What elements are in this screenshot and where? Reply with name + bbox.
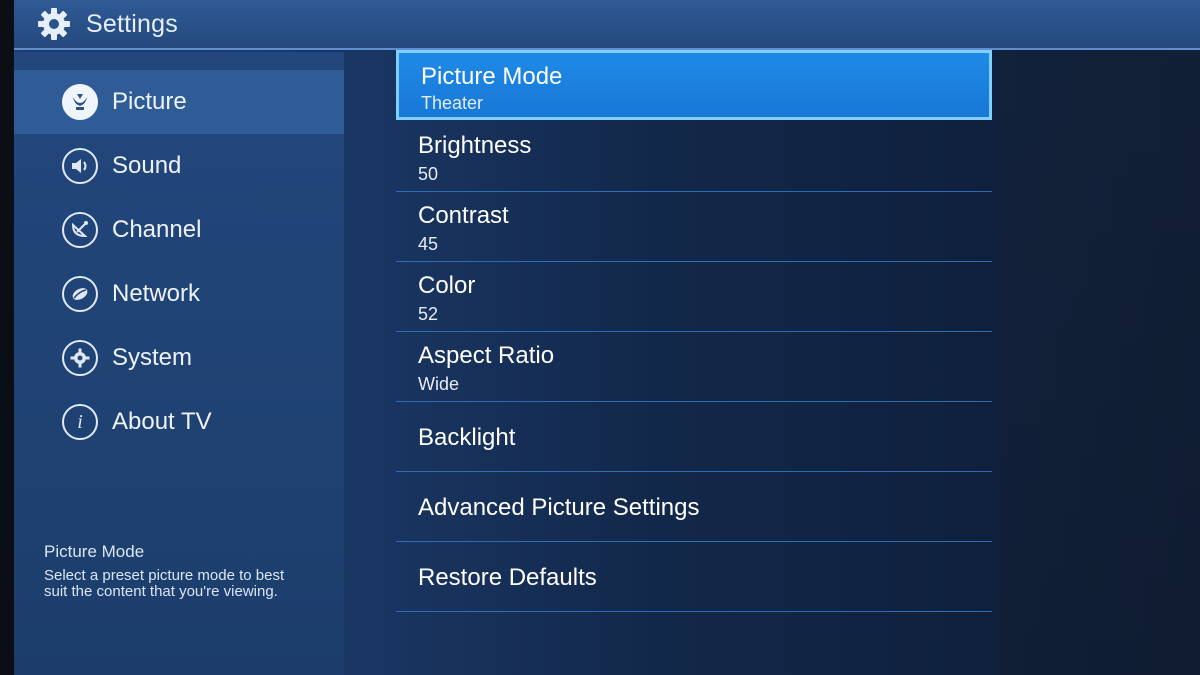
sidebar-item-label: Sound	[112, 152, 182, 179]
page-title: Settings	[86, 9, 178, 38]
settings-menu: Picture Mode Theater Brightness 50 Contr…	[396, 50, 996, 675]
menu-item-title: Contrast	[418, 202, 509, 229]
sidebar-item-channel[interactable]: Channel	[14, 198, 344, 262]
network-icon	[62, 276, 98, 312]
screen-bezel	[0, 0, 14, 675]
menu-item-aspect-ratio[interactable]: Aspect Ratio Wide	[396, 332, 992, 402]
header-bar: Settings	[14, 0, 1200, 50]
picture-icon	[62, 84, 98, 120]
help-title: Picture Mode	[44, 542, 145, 561]
info-icon: i	[62, 404, 98, 440]
menu-item-advanced-picture-settings[interactable]: Advanced Picture Settings	[396, 472, 992, 542]
sidebar-item-system[interactable]: System	[14, 326, 344, 390]
menu-item-value: 45	[418, 234, 439, 254]
menu-item-picture-mode[interactable]: Picture Mode Theater	[396, 50, 992, 120]
sidebar-item-picture[interactable]: Picture	[14, 70, 344, 134]
menu-item-value: 52	[418, 304, 439, 324]
speaker-icon	[62, 148, 98, 184]
menu-item-title: Picture Mode	[421, 63, 563, 90]
sidebar-item-label: About TV	[112, 408, 212, 435]
menu-item-value: 50	[418, 164, 439, 184]
menu-item-title: Backlight	[418, 424, 516, 451]
menu-item-title: Brightness	[418, 132, 532, 159]
menu-item-title: Advanced Picture Settings	[418, 494, 700, 521]
sidebar: Picture Sound Channel Network System i A…	[14, 52, 344, 675]
menu-item-title: Aspect Ratio	[418, 342, 555, 369]
satellite-dish-icon	[62, 212, 98, 248]
menu-item-title: Color	[418, 272, 476, 299]
menu-item-value: Wide	[418, 374, 460, 394]
menu-item-backlight[interactable]: Backlight	[396, 402, 992, 472]
menu-item-contrast[interactable]: Contrast 45	[396, 192, 992, 262]
sidebar-item-about-tv[interactable]: i About TV	[14, 390, 344, 454]
help-panel: Picture Mode Select a preset picture mod…	[44, 542, 294, 600]
sidebar-item-label: Network	[112, 280, 201, 307]
menu-item-color[interactable]: Color 52	[396, 262, 992, 332]
sidebar-item-label: Picture	[112, 88, 187, 115]
system-gear-icon	[62, 340, 98, 376]
menu-item-brightness[interactable]: Brightness 50	[396, 122, 992, 192]
menu-item-value: Theater	[421, 93, 484, 113]
sidebar-item-label: System	[112, 344, 193, 371]
menu-item-restore-defaults[interactable]: Restore Defaults	[396, 542, 992, 612]
help-description: Select a preset picture mode to best sui…	[44, 567, 285, 600]
sidebar-item-sound[interactable]: Sound	[14, 134, 344, 198]
sidebar-item-network[interactable]: Network	[14, 262, 344, 326]
sidebar-item-label: Channel	[112, 216, 202, 243]
menu-item-title: Restore Defaults	[418, 564, 597, 591]
background-area	[1000, 50, 1200, 675]
tv-screen: Settings Picture Sound Channel Network S…	[0, 0, 1200, 675]
gear-icon	[36, 6, 72, 42]
